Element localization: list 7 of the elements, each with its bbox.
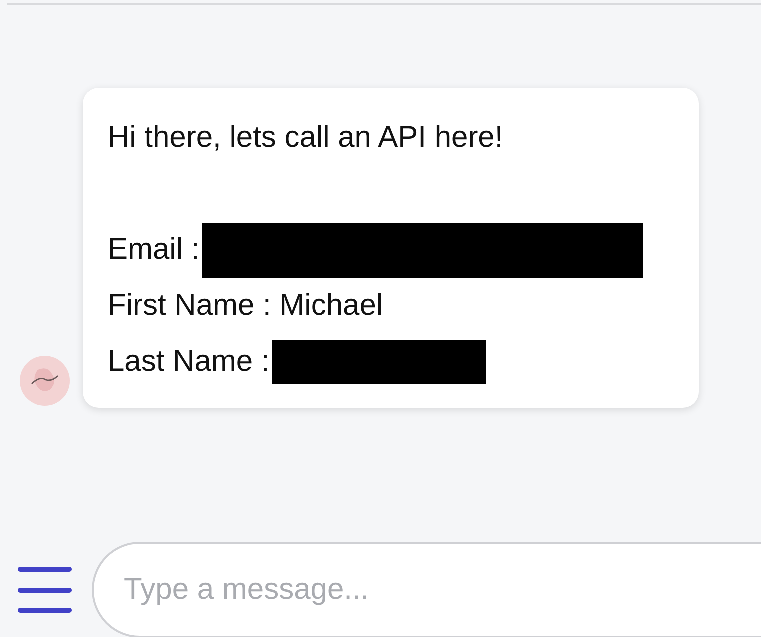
field-label: Email : [108, 232, 200, 268]
message-text: First Name : Michael [108, 288, 384, 324]
menu-icon[interactable] [18, 567, 72, 613]
field-label: Last Name : [108, 344, 270, 380]
avatar-icon [20, 356, 70, 406]
message-text: Hi there, lets call an API here! [108, 120, 504, 156]
message-input[interactable]: Type a message... [92, 542, 761, 637]
